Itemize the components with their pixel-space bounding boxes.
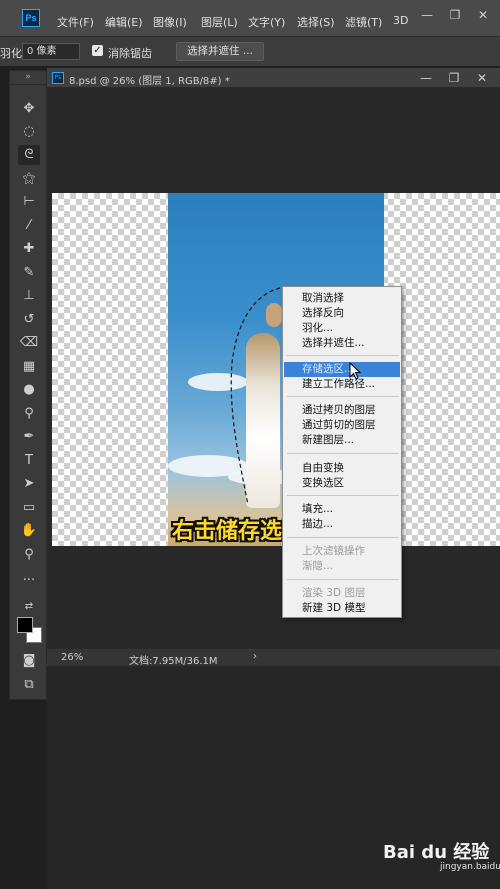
- eraser-tool-icon[interactable]: ⌫: [18, 333, 40, 353]
- options-bar: 羽化: 0 像素 ✓ 消除锯齿 选择并遮住 ...: [0, 36, 500, 66]
- screen-mode-icon[interactable]: ⧉: [18, 675, 40, 695]
- zoom-level[interactable]: 26%: [61, 652, 83, 663]
- clone-stamp-tool-icon[interactable]: ⊥: [18, 286, 40, 306]
- menu-separator: [287, 495, 399, 496]
- brush-tool-icon[interactable]: ✎: [18, 263, 40, 283]
- magic-wand-tool-icon[interactable]: ⚝: [18, 169, 40, 189]
- menu-edit[interactable]: 编辑(E): [105, 14, 143, 30]
- panel-collapse-icon[interactable]: »: [10, 71, 46, 85]
- move-tool-icon[interactable]: ✥: [18, 99, 40, 119]
- menu-item-new-layer[interactable]: 新建图层...: [284, 433, 400, 448]
- menu-item-save-selection[interactable]: 存储选区...: [284, 362, 400, 377]
- menu-item-last-filter: 上次滤镜操作: [302, 545, 365, 557]
- menu-item-feather[interactable]: 羽化...: [284, 321, 400, 336]
- blur-tool-icon[interactable]: ●: [18, 380, 40, 400]
- dodge-tool-icon[interactable]: ⚲: [18, 404, 40, 424]
- menu-item-layer-via-copy[interactable]: 通过拷贝的图层: [284, 403, 400, 418]
- feather-input[interactable]: 0 像素: [22, 43, 80, 60]
- doc-restore-icon[interactable]: ❐: [447, 71, 461, 85]
- zoom-tool-icon[interactable]: ⚲: [18, 545, 40, 565]
- type-tool-icon[interactable]: T: [18, 451, 40, 471]
- menu-item-transform-selection[interactable]: 变换选区: [284, 476, 400, 491]
- menu-item-select-inverse[interactable]: 选择反向: [284, 306, 400, 321]
- status-bar: 26% 文档:7.95M/36.1M ›: [47, 648, 500, 667]
- menu-item-new-3d-model[interactable]: 新建 3D 模型: [284, 601, 400, 616]
- gradient-tool-icon[interactable]: ▦: [18, 357, 40, 377]
- hand-tool-icon[interactable]: ✋: [18, 521, 40, 541]
- context-menu: 取消选择 选择反向 羽化... 选择并遮住... 存储选区... 建立工作路径.…: [282, 286, 402, 618]
- watermark-url: jingyan.baidu.com: [440, 862, 500, 872]
- menu-layer[interactable]: 图层(L): [201, 14, 238, 30]
- document-ps-icon: Ps: [52, 72, 64, 84]
- history-brush-tool-icon[interactable]: ↺: [18, 310, 40, 330]
- marquee-tool-icon[interactable]: ◌: [18, 122, 40, 142]
- path-selection-tool-icon[interactable]: ➤: [18, 474, 40, 494]
- quick-mask-icon[interactable]: ◙: [18, 651, 40, 671]
- eyedropper-tool-icon[interactable]: ⁄: [18, 216, 40, 236]
- menu-separator: [287, 453, 399, 454]
- baidu-jingyan-watermark: Bai du 经验: [383, 842, 490, 863]
- menu-image[interactable]: 图像(I): [153, 14, 187, 30]
- menu-item-fill[interactable]: 填充...: [284, 502, 400, 517]
- select-and-mask-button[interactable]: 选择并遮住 ...: [176, 42, 264, 61]
- more-tools-icon[interactable]: ···: [18, 571, 40, 591]
- menu-item-deselect[interactable]: 取消选择: [284, 291, 400, 306]
- menu-separator: [287, 537, 399, 538]
- menu-separator: [287, 355, 399, 356]
- menu-item-free-transform[interactable]: 自由变换: [284, 461, 400, 476]
- document-size-info: 文档:7.95M/36.1M: [129, 656, 218, 667]
- mouse-cursor-icon: [349, 362, 361, 380]
- menu-bar: Ps 文件(F) 编辑(E) 图像(I) 图层(L) 文字(Y) 选择(S) 滤…: [0, 0, 500, 36]
- antialias-checkbox[interactable]: ✓: [92, 45, 103, 56]
- crop-tool-icon[interactable]: ⊢: [18, 192, 40, 212]
- menu-item-render-3d-layer: 渲染 3D 图层: [302, 587, 366, 599]
- doc-close-icon[interactable]: ✕: [475, 71, 489, 85]
- doc-minimize-icon[interactable]: —: [419, 71, 433, 85]
- menu-type[interactable]: 文字(Y): [248, 14, 285, 30]
- menu-separator: [287, 396, 399, 397]
- menu-file[interactable]: 文件(F): [57, 14, 94, 30]
- menu-3d[interactable]: 3D: [393, 14, 408, 27]
- rectangle-tool-icon[interactable]: ▭: [18, 498, 40, 518]
- menu-select[interactable]: 选择(S): [297, 14, 335, 30]
- document-tab[interactable]: Ps 8.psd @ 26% (图层 1, RGB/8#) * — ❐ ✕: [47, 68, 500, 88]
- minimize-icon[interactable]: —: [420, 8, 434, 22]
- swap-colors-icon[interactable]: ⇄: [18, 597, 40, 617]
- antialias-label: 消除锯齿: [108, 47, 152, 60]
- menu-item-select-and-mask[interactable]: 选择并遮住...: [284, 336, 400, 351]
- menu-separator: [287, 579, 399, 580]
- menu-filter[interactable]: 滤镜(T): [345, 14, 382, 30]
- lasso-tool-icon[interactable]: ᘓ: [18, 145, 40, 165]
- status-menu-arrow-icon[interactable]: ›: [253, 651, 257, 662]
- foreground-color-swatch[interactable]: [17, 617, 33, 633]
- tools-panel: » ✥ ◌ ᘓ ⚝ ⊢ ⁄ ✚ ✎ ⊥ ↺ ⌫ ▦ ● ⚲ ✒ T ➤ ▭ ✋ …: [9, 70, 47, 700]
- photoshop-logo: Ps: [22, 9, 40, 27]
- menu-item-stroke[interactable]: 描边...: [284, 517, 400, 532]
- pen-tool-icon[interactable]: ✒: [18, 427, 40, 447]
- menu-item-layer-via-cut[interactable]: 通过剪切的图层: [284, 418, 400, 433]
- document-title: 8.psd @ 26% (图层 1, RGB/8#) *: [69, 76, 230, 87]
- close-icon[interactable]: ✕: [476, 8, 490, 22]
- restore-icon[interactable]: ❐: [448, 8, 462, 22]
- menu-item-fade: 渐隐...: [302, 560, 334, 572]
- healing-brush-tool-icon[interactable]: ✚: [18, 239, 40, 259]
- menu-item-make-work-path[interactable]: 建立工作路径...: [284, 377, 400, 392]
